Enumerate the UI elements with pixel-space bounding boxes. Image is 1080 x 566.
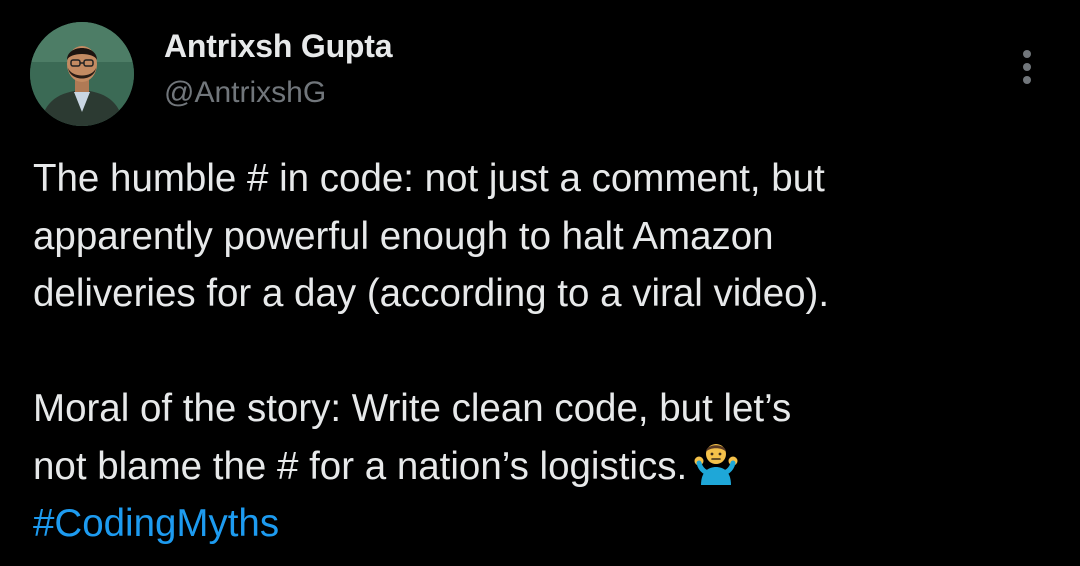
tweet-text-line: deliveries for a day (according to a vir… [33, 272, 830, 315]
person-shrugging-emoji-icon [693, 439, 739, 485]
more-options-button[interactable] [1014, 44, 1040, 88]
tweet-text-segment: not blame the # for a nation’s logistics… [33, 444, 688, 488]
tweet: Antrixsh Gupta @AntrixshG The humble # i… [0, 0, 1080, 566]
tweet-text: The humble # in code: not just a comment… [33, 150, 1053, 553]
tweet-text-line: The humble # in code: not just a comment… [33, 157, 825, 200]
hashtag-link[interactable]: #CodingMyths [33, 495, 1053, 553]
author-handle[interactable]: @AntrixshG [164, 76, 326, 110]
tweet-text-line: apparently powerful enough to halt Amazo… [33, 214, 774, 258]
tweet-text-line: not blame the # for a nation’s logistics… [33, 438, 1053, 496]
author-avatar[interactable] [30, 22, 134, 126]
author-name[interactable]: Antrixsh Gupta [164, 28, 393, 65]
tweet-text-line: Moral of the story: Write clean code, bu… [33, 387, 792, 430]
